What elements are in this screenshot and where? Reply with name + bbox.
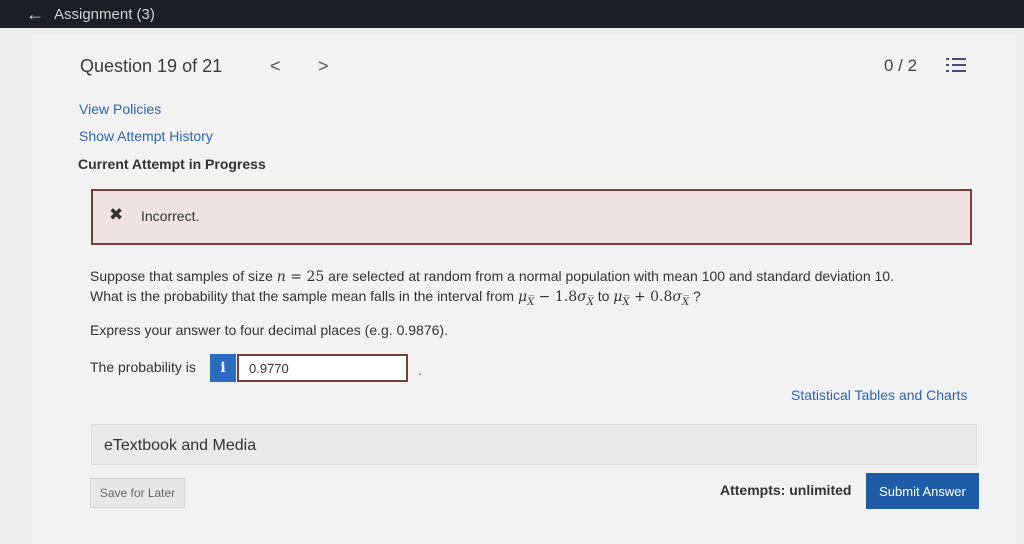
save-for-later-button[interactable]: Save for Later (90, 478, 185, 508)
probability-input[interactable] (237, 354, 408, 382)
previous-question-button[interactable]: < (270, 56, 281, 77)
question-counter: Question 19 of 21 (80, 56, 223, 76)
etextbook-label: eTextbook and Media (104, 437, 257, 454)
attempt-status: Current Attempt in Progress (78, 156, 266, 172)
attempts-label: Attempts: unlimited (720, 482, 852, 498)
answer-row: The probability is i . (90, 354, 490, 382)
question-card: Question 19 of 21 < > 0 / 2 View Policie… (32, 34, 1016, 544)
top-bar: ← Assignment (3) (0, 0, 1024, 28)
answer-instructions: Express your answer to four decimal plac… (90, 322, 448, 338)
submit-answer-button[interactable]: Submit Answer (866, 473, 979, 509)
back-arrow-icon[interactable]: ← (26, 4, 44, 25)
answer-label: The probability is (90, 359, 196, 375)
info-icon[interactable]: i (210, 354, 236, 382)
list-icon[interactable] (946, 54, 968, 76)
show-attempt-history-link[interactable]: Show Attempt History (79, 128, 213, 144)
question-header: Question 19 of 21 < > 0 / 2 (32, 48, 1002, 84)
statistical-tables-link[interactable]: Statistical Tables and Charts (791, 387, 967, 403)
answer-period: . (418, 362, 422, 378)
etextbook-media-panel[interactable]: eTextbook and Media (91, 424, 977, 465)
next-question-button[interactable]: > (318, 56, 329, 77)
incorrect-feedback: ✖ Incorrect. (91, 189, 972, 245)
question-text: Suppose that samples of size n = 25 are … (90, 267, 970, 312)
feedback-message: Incorrect. (141, 208, 200, 224)
question-line-2: What is the probability that the sample … (90, 288, 701, 308)
question-score: 0 / 2 (884, 56, 918, 75)
question-line-1: Suppose that samples of size n = 25 are … (90, 268, 894, 285)
assignment-title: Assignment (3) (54, 5, 155, 23)
close-x-icon: ✖ (109, 205, 124, 224)
view-policies-link[interactable]: View Policies (79, 101, 161, 117)
